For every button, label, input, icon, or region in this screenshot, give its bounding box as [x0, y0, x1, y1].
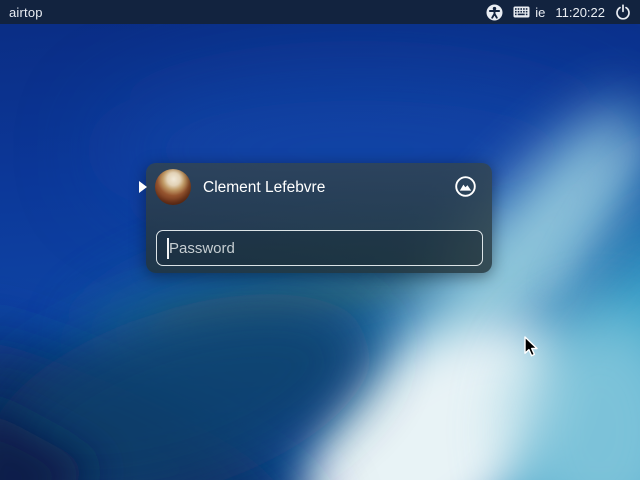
text-caret — [167, 238, 169, 259]
keyboard-layout-label: ie — [535, 5, 545, 20]
clock[interactable]: 11:20:22 — [555, 5, 605, 20]
selected-user-arrow-icon — [139, 181, 147, 193]
top-bar: airtop — [0, 0, 640, 24]
power-icon[interactable] — [615, 4, 631, 20]
user-name: Clement Lefebvre — [203, 163, 325, 212]
keyboard-icon — [513, 6, 530, 18]
mouse-cursor — [524, 336, 540, 358]
user-avatar — [155, 169, 191, 205]
login-screen: airtop — [0, 0, 640, 480]
indicator-area: ie 11:20:22 — [486, 4, 631, 21]
keyboard-indicator[interactable]: ie — [513, 5, 545, 20]
session-badge-icon[interactable] — [455, 176, 476, 197]
accessibility-icon[interactable] — [486, 4, 503, 21]
password-input[interactable] — [156, 230, 483, 266]
login-panel: Clement Lefebvre — [146, 163, 492, 273]
hostname-label: airtop — [9, 5, 43, 20]
